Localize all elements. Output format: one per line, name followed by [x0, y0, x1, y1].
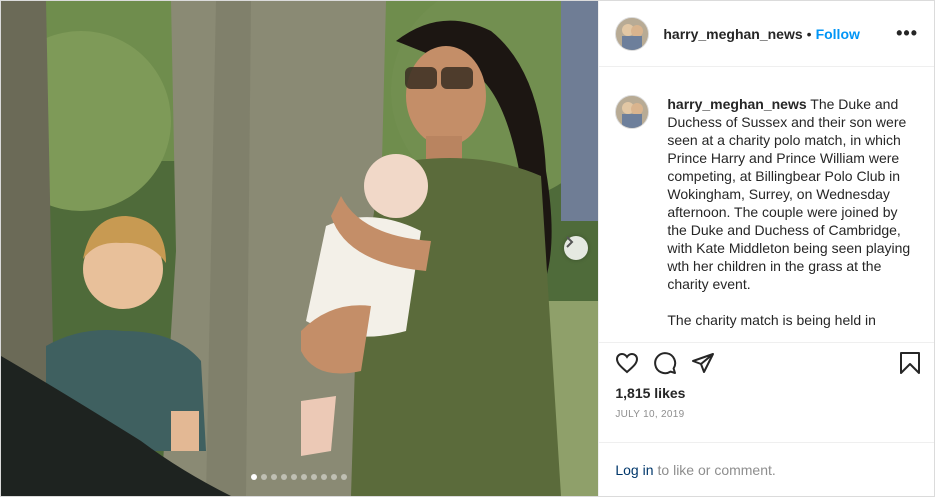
separator-dot: •	[806, 25, 812, 42]
comment-icon	[654, 352, 677, 375]
login-prompt-text: to like or comment.	[657, 462, 776, 478]
caption-paragraph: harry_meghan_news The Duke and Duchess o…	[667, 95, 912, 293]
paper-plane-icon	[692, 353, 715, 373]
follow-button[interactable]: Follow	[816, 26, 860, 42]
instagram-post: harry_meghan_news • Follow ••• harry_meg…	[0, 0, 935, 497]
carousel-dot	[281, 474, 287, 480]
carousel-dot	[301, 474, 307, 480]
caption-paragraph: The charity match is being held in	[667, 312, 876, 328]
carousel-dot	[271, 474, 277, 480]
login-link[interactable]: Log in	[615, 462, 653, 478]
post-photo[interactable]	[1, 1, 599, 496]
post-header: harry_meghan_news • Follow •••	[599, 1, 934, 67]
bookmark-icon	[900, 352, 920, 374]
carousel-dot	[321, 474, 327, 480]
post-date[interactable]: JULY 10, 2019	[599, 407, 934, 439]
caption-text: The Duke and Duchess of Sussex and their…	[667, 96, 911, 292]
caption-avatar[interactable]	[615, 95, 650, 129]
carousel-dot	[341, 474, 347, 480]
carousel-dot	[291, 474, 297, 480]
avatar[interactable]	[615, 16, 650, 51]
avatar-image	[616, 96, 649, 128]
login-bar: Log in to like or comment.	[599, 442, 934, 497]
save-button[interactable]	[898, 351, 922, 375]
comments-section: harry_meghan_news The Duke and Duchess o…	[599, 67, 934, 343]
carousel-dot	[251, 474, 257, 480]
heart-icon	[616, 352, 639, 374]
next-slide-button[interactable]	[564, 236, 588, 260]
photo-illustration	[1, 1, 599, 496]
post-sidebar: harry_meghan_news • Follow ••• harry_meg…	[598, 1, 934, 496]
carousel-dot	[311, 474, 317, 480]
likes-count[interactable]: 1,815 likes	[599, 383, 934, 407]
action-bar	[599, 343, 934, 383]
chevron-right-icon	[566, 236, 574, 248]
carousel-indicator	[251, 474, 347, 480]
share-button[interactable]	[691, 351, 715, 375]
comment-button[interactable]	[653, 351, 677, 375]
more-options-icon[interactable]: •••	[896, 23, 918, 44]
header-username[interactable]: harry_meghan_news	[663, 26, 802, 42]
carousel-dot	[261, 474, 267, 480]
avatar-image	[616, 17, 649, 50]
like-button[interactable]	[615, 351, 639, 375]
post-caption: harry_meghan_news The Duke and Duchess o…	[667, 95, 912, 342]
carousel-dot	[331, 474, 337, 480]
caption-username[interactable]: harry_meghan_news	[667, 96, 806, 112]
